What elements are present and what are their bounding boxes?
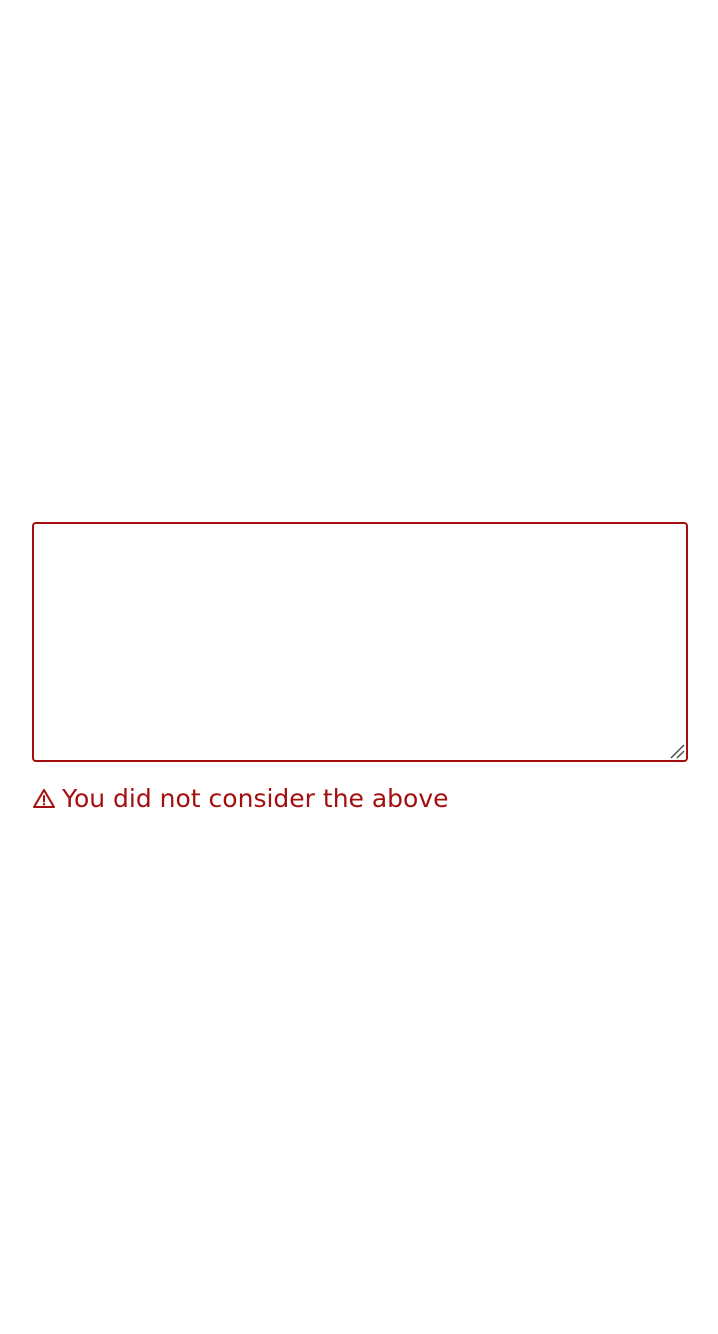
warning-icon <box>33 789 55 808</box>
response-field: You did not consider the above <box>32 522 688 814</box>
error-message-row: You did not consider the above <box>32 784 688 814</box>
response-textarea[interactable] <box>32 522 688 762</box>
error-message: You did not consider the above <box>62 784 449 813</box>
resize-handle-icon[interactable] <box>669 743 685 759</box>
textarea-container <box>32 522 688 762</box>
